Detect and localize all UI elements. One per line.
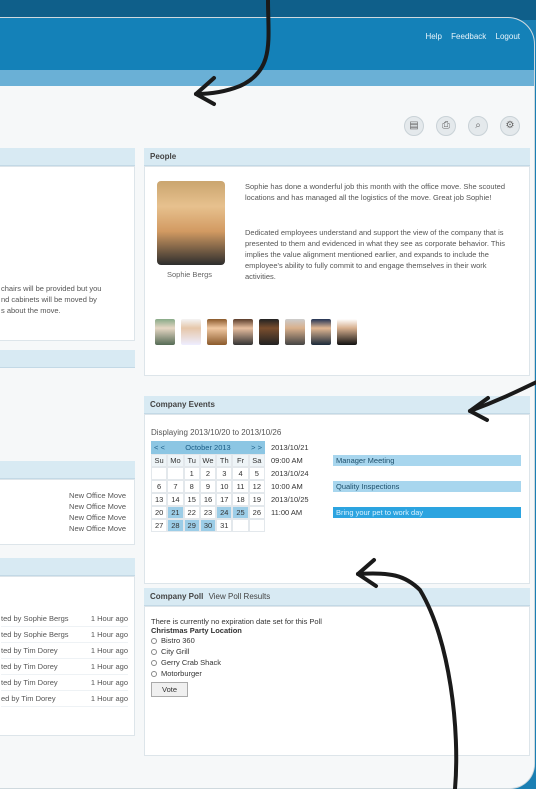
arrow-bottom — [356, 571, 459, 789]
annotation-arrows — [194, 0, 536, 789]
arrow-top — [194, 0, 271, 96]
arrow-top-head — [194, 76, 216, 106]
